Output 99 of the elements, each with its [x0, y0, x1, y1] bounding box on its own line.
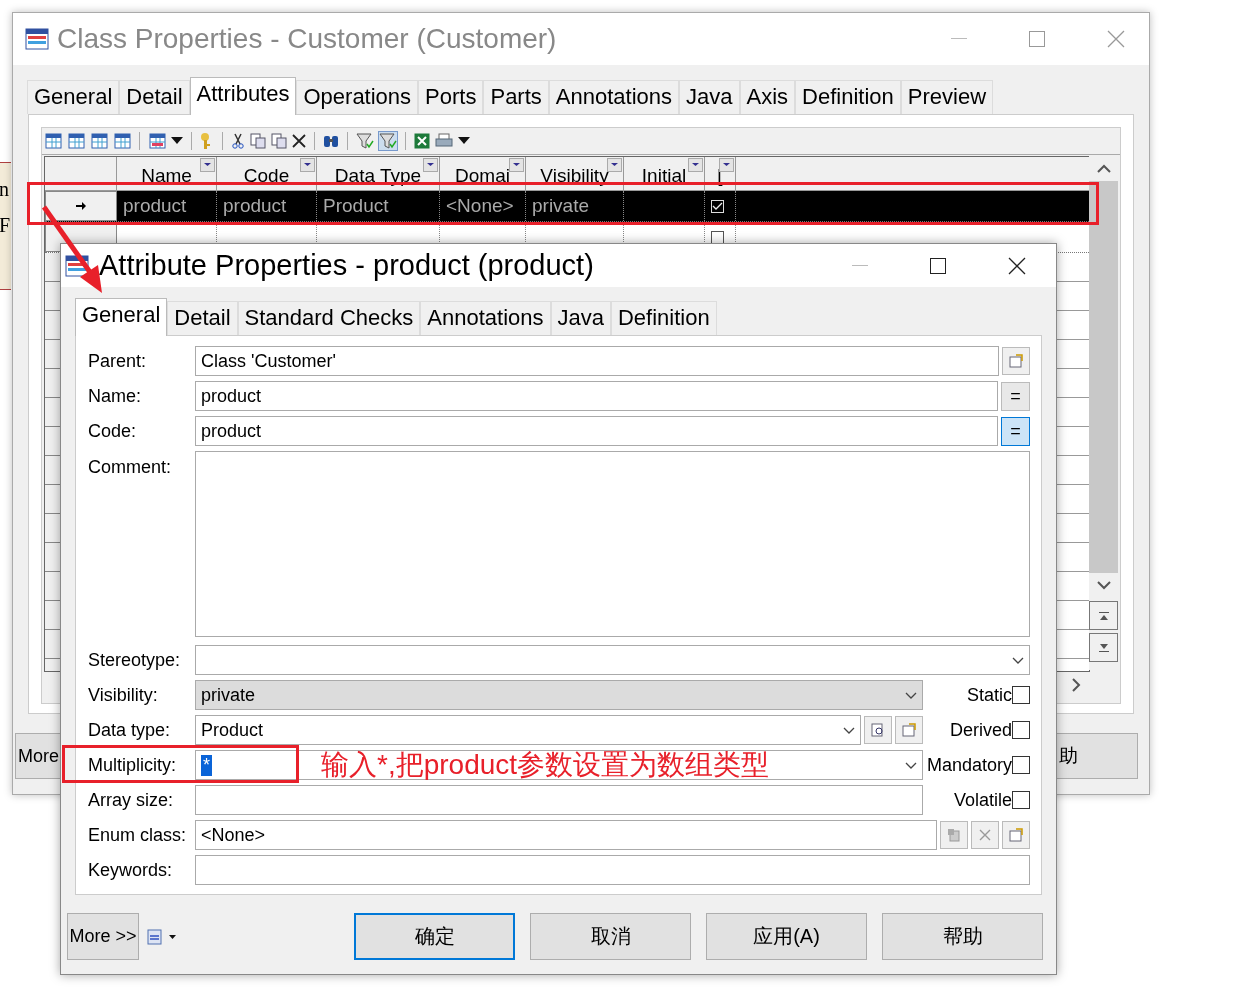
tab[interactable]: Standard Checks	[237, 301, 421, 335]
table-row[interactable]: product product Product <None> private	[45, 191, 1089, 222]
print-icon[interactable]	[435, 133, 453, 149]
tab[interactable]: Annotations	[548, 80, 679, 114]
checkbox-label: Derived	[949, 719, 1012, 741]
tab[interactable]: Detail	[167, 301, 238, 335]
comment-field[interactable]	[195, 451, 1030, 637]
first-icon	[1098, 611, 1109, 620]
tab[interactable]: General	[27, 80, 120, 114]
close-icon[interactable]	[1008, 256, 1026, 275]
dropdown-field[interactable]	[195, 645, 1030, 675]
table-cell: product	[223, 195, 287, 217]
checkbox[interactable]	[711, 230, 724, 244]
filter-icon[interactable]	[356, 132, 374, 150]
input-field[interactable]: product	[195, 381, 998, 411]
scroll-top-button[interactable]	[1089, 601, 1118, 630]
dialog-button[interactable]: 帮助	[882, 913, 1043, 960]
equal-button[interactable]: =	[1001, 381, 1030, 411]
field-label: Visibility:	[88, 684, 159, 706]
tab[interactable]: Annotations	[420, 301, 551, 335]
dialog-button[interactable]: 确定	[354, 913, 515, 960]
field-label: Stereotype:	[88, 649, 182, 671]
copy-icon[interactable]	[250, 133, 266, 149]
help-button[interactable]: 助	[1056, 733, 1138, 779]
delete-icon	[979, 829, 991, 841]
scroll-up-icon[interactable]	[1096, 164, 1111, 173]
window-text: F	[0, 215, 11, 235]
field-label: Enum class:	[88, 824, 188, 846]
input-field[interactable]: product	[195, 416, 998, 446]
tab[interactable]: Preview	[900, 80, 994, 114]
column-header[interactable]: Visibility	[540, 165, 609, 187]
table-icon	[25, 28, 49, 50]
filter-icon[interactable]	[379, 132, 397, 150]
dropdown-arrow-icon[interactable]	[171, 137, 183, 145]
scroll-right-icon[interactable]	[1072, 678, 1081, 692]
checkbox[interactable]	[1012, 721, 1030, 739]
checkbox[interactable]	[1012, 756, 1030, 774]
find-icon[interactable]	[323, 133, 339, 149]
document-menu-icon[interactable]	[147, 928, 177, 945]
table-cell: private	[532, 195, 590, 217]
window-text: n	[0, 179, 10, 199]
maximize-icon[interactable]	[930, 257, 946, 274]
dropdown-field[interactable]: Product	[195, 715, 861, 745]
tool-button[interactable]	[864, 716, 892, 744]
table-cell: product	[123, 195, 187, 217]
column-header[interactable]: Domai	[455, 165, 510, 187]
new-icon	[947, 828, 961, 842]
checkbox-label: Volatile	[953, 789, 1012, 811]
current-row-icon	[76, 202, 86, 210]
tab[interactable]: Attributes	[189, 77, 297, 115]
scroll-down-icon[interactable]	[1096, 581, 1111, 590]
field-label: Array size:	[88, 789, 175, 811]
field-label: Name:	[88, 385, 142, 407]
checkbox-label: Static	[966, 684, 1012, 706]
dialog-button[interactable]: 取消	[530, 913, 691, 960]
column-header[interactable]: Name	[141, 165, 192, 187]
field-label: Code:	[88, 420, 138, 442]
dialog-button[interactable]: 应用(A)	[706, 913, 867, 960]
tab[interactable]: Operations	[296, 80, 419, 114]
tab[interactable]: Definition	[795, 80, 901, 114]
tab[interactable]: Java	[679, 80, 740, 114]
tab[interactable]: Java	[550, 301, 611, 335]
last-icon	[1098, 643, 1109, 652]
scrollbar[interactable]	[1089, 156, 1118, 670]
cut-icon[interactable]	[231, 133, 245, 149]
input-field[interactable]: <None>	[195, 820, 937, 850]
tab[interactable]: Ports	[418, 80, 484, 114]
annotation-text: 输入*,把product参数设置为数组类型	[321, 751, 770, 778]
more-button[interactable]: More >>	[67, 913, 139, 960]
dropdown-field[interactable]: * 输入*,把product参数设置为数组类型	[195, 750, 923, 780]
tab[interactable]: Axis	[739, 80, 796, 114]
input-field[interactable]	[195, 785, 923, 815]
checkbox-label: Mandatory	[926, 754, 1012, 776]
column-header[interactable]: Initial	[641, 165, 687, 187]
dialog-title: Attribute Properties - product (product)	[99, 249, 594, 282]
scroll-bottom-button[interactable]	[1089, 633, 1118, 662]
input-field[interactable]: Class 'Customer'	[195, 346, 999, 376]
column-header[interactable]: Code	[243, 165, 290, 187]
tab[interactable]: Parts	[483, 80, 549, 114]
dropdown-arrow-icon[interactable]	[458, 137, 470, 145]
checkbox[interactable]	[1012, 791, 1030, 809]
browse-icon	[871, 723, 885, 737]
caret-icon	[905, 761, 917, 769]
equal-button[interactable]: =	[1001, 416, 1030, 446]
table-cell: <None>	[446, 195, 514, 217]
table-cell: Product	[323, 195, 389, 217]
input-field[interactable]	[195, 855, 1030, 885]
field-label: Parent:	[88, 350, 148, 372]
delete-icon[interactable]	[292, 134, 306, 148]
tab[interactable]: General	[75, 298, 168, 336]
spreadsheet-icon[interactable]	[414, 133, 430, 149]
tab[interactable]: Detail	[119, 80, 190, 114]
caret-icon	[1012, 656, 1024, 664]
caret-icon	[905, 691, 917, 699]
window-title: Class Properties - Customer (Customer)	[57, 23, 557, 55]
field-label: Keywords:	[88, 859, 174, 881]
caret-icon	[843, 726, 855, 734]
field-label: Comment:	[88, 456, 173, 478]
tab[interactable]: Definition	[611, 301, 717, 335]
